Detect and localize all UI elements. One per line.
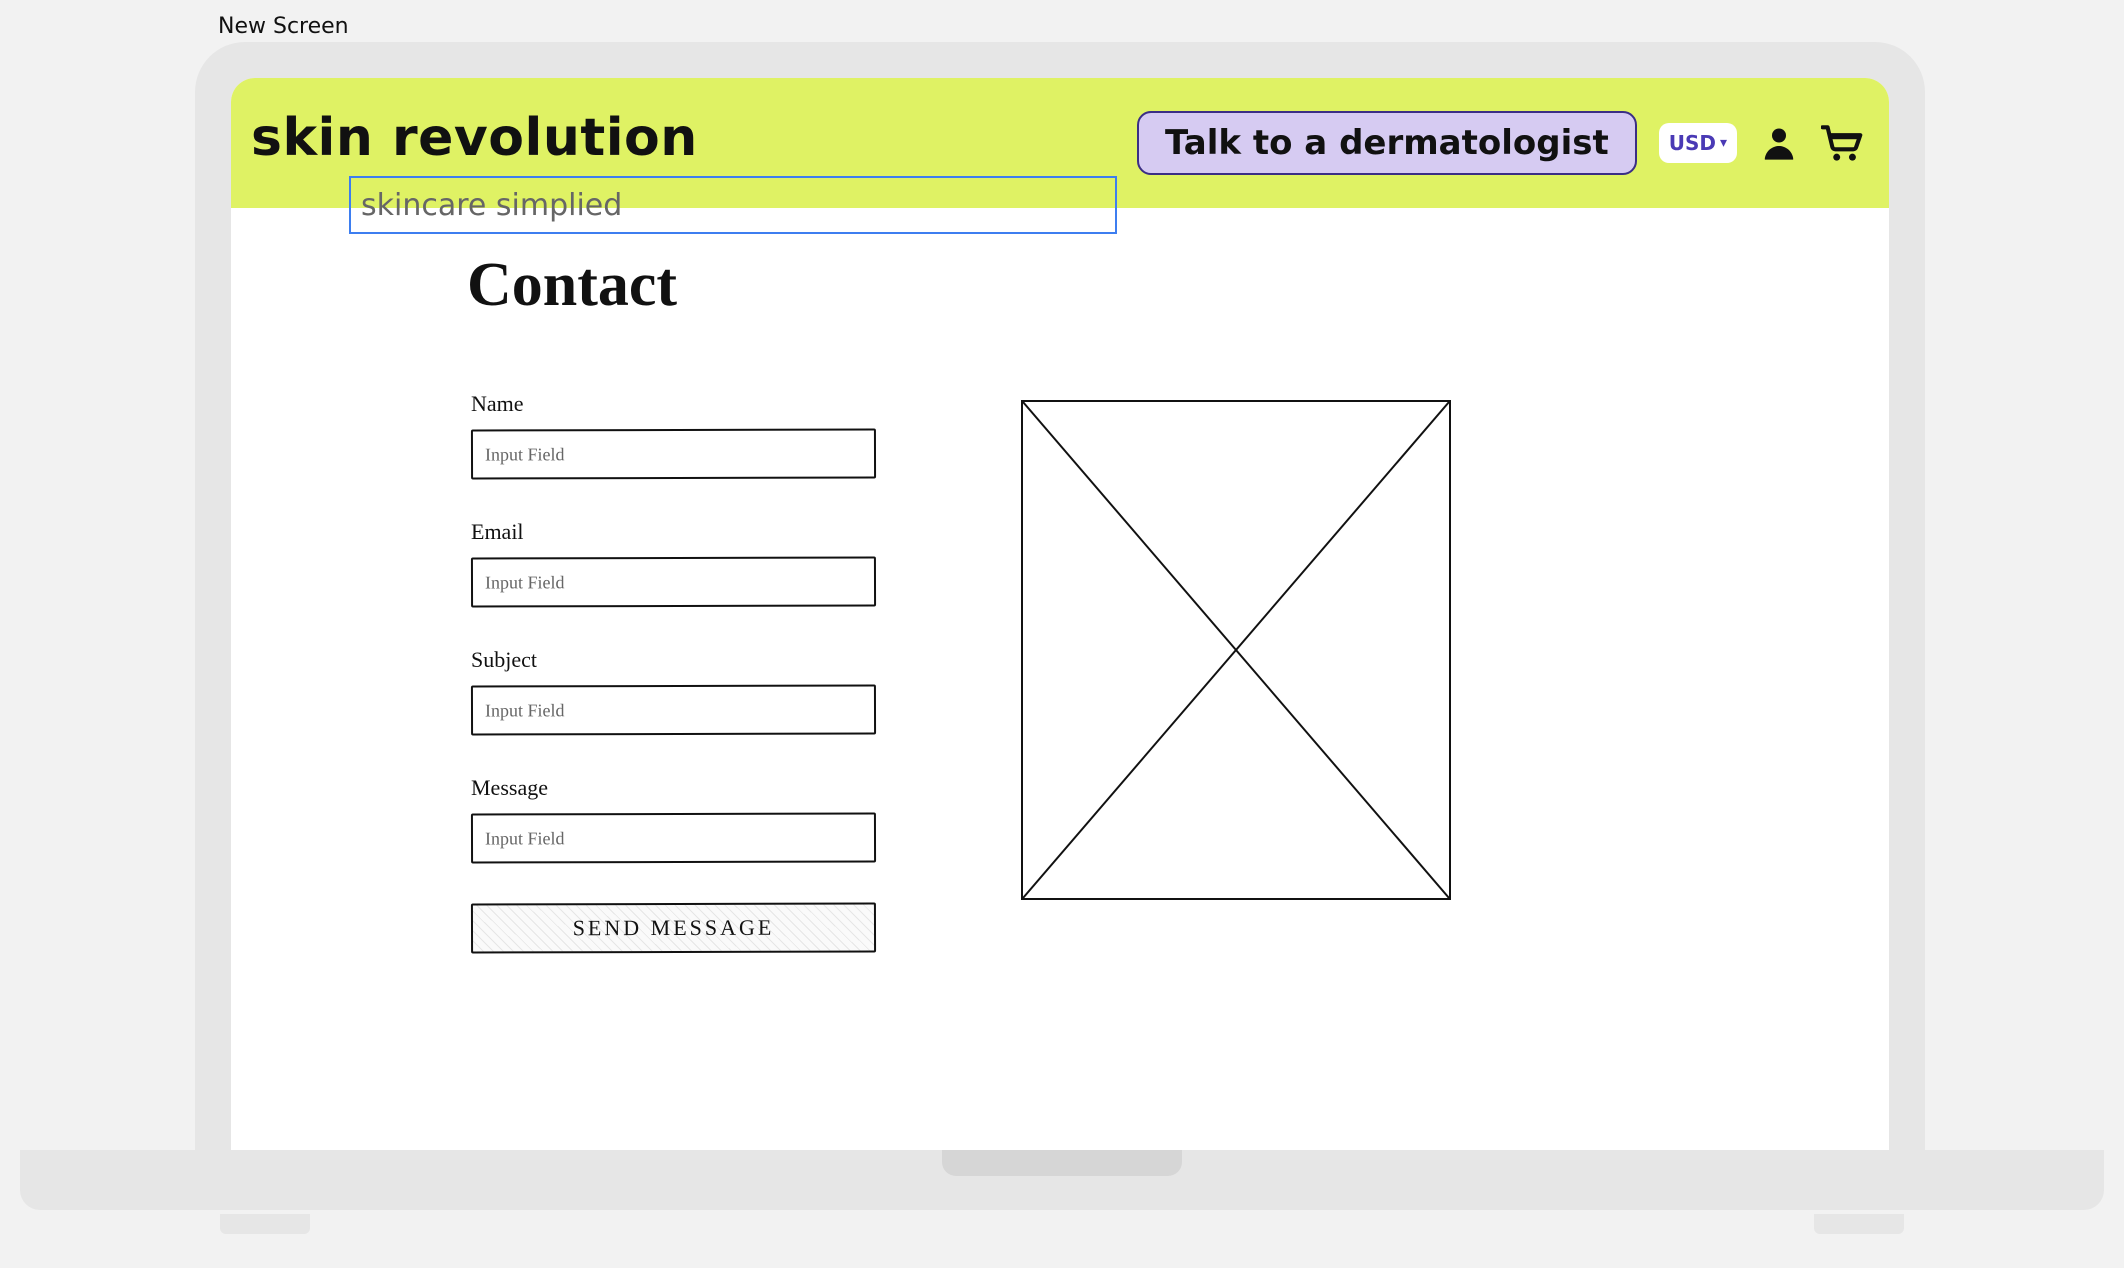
laptop-foot-left: [220, 1214, 310, 1234]
chevron-down-icon: ▾: [1720, 135, 1727, 151]
main-content: Contact Name Email Subject Messa: [231, 208, 1889, 953]
currency-selector[interactable]: USD ▾: [1659, 123, 1737, 163]
cart-icon: [1821, 123, 1865, 163]
currency-value: USD: [1669, 131, 1716, 155]
image-placeholder: [1021, 400, 1451, 900]
name-input[interactable]: [471, 428, 876, 479]
message-label: Message: [471, 775, 901, 801]
send-message-button[interactable]: SEND MESSAGE: [471, 902, 876, 953]
subject-label: Subject: [471, 647, 901, 673]
site-header: skin revolution Talk to a dermatologist …: [231, 78, 1889, 208]
subject-input[interactable]: [471, 684, 876, 735]
laptop-screen: skin revolution Talk to a dermatologist …: [231, 78, 1889, 1150]
email-label: Email: [471, 519, 901, 545]
brand-logo-text: skin revolution: [251, 112, 698, 164]
cart-button[interactable]: [1821, 123, 1865, 163]
laptop-foot-right: [1814, 1214, 1904, 1234]
image-column: [1021, 400, 1451, 953]
account-button[interactable]: [1759, 123, 1799, 163]
screen-label: New Screen: [218, 14, 349, 39]
laptop-notch: [942, 1150, 1182, 1176]
laptop-frame: skin revolution Talk to a dermatologist …: [195, 42, 1925, 1150]
person-icon: [1759, 123, 1799, 163]
email-input[interactable]: [471, 556, 876, 607]
contact-form: Contact Name Email Subject Messa: [471, 250, 901, 953]
name-label: Name: [471, 391, 901, 417]
message-input[interactable]: [471, 812, 876, 863]
talk-to-dermatologist-button[interactable]: Talk to a dermatologist: [1137, 111, 1637, 175]
page-title: Contact: [467, 250, 901, 321]
placeholder-x-icon: [1023, 402, 1449, 898]
